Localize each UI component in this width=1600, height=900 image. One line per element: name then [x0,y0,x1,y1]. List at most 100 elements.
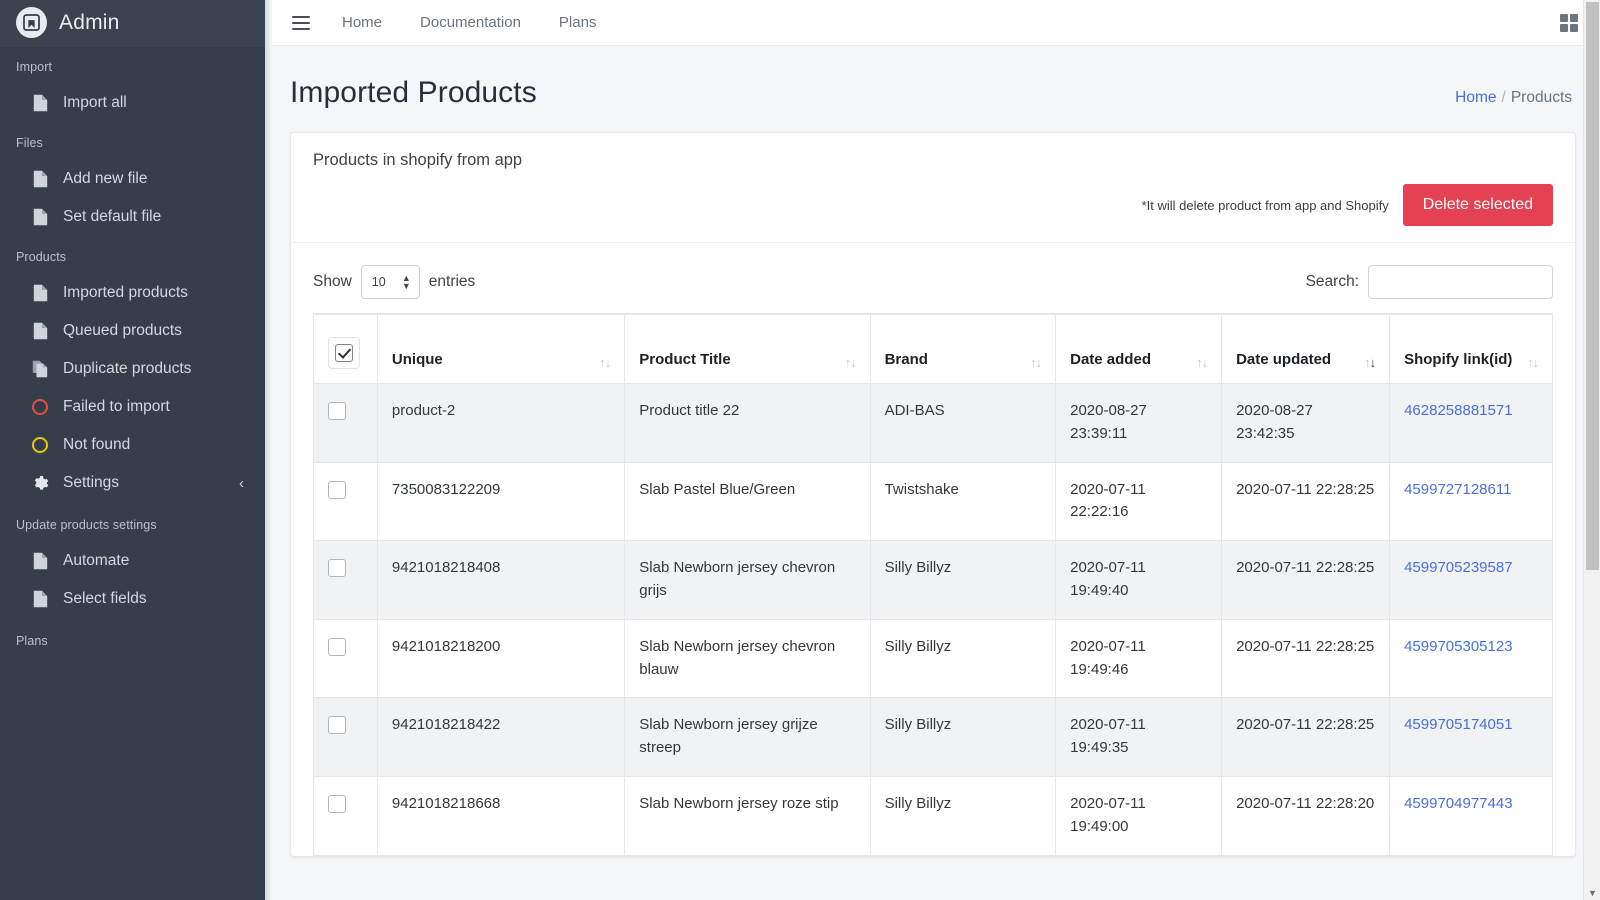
sidebar-item-label: Imported products [63,284,188,302]
row-select-cell [314,384,378,463]
file-icon [30,169,50,189]
sidebar-item-imported-products[interactable]: Imported products [0,274,272,312]
sidebar-item-automate[interactable]: Automate [0,542,272,580]
table-row[interactable]: 9421018218200 Slab Newborn jersey chevro… [314,619,1553,698]
search-label: Search: [1306,273,1359,291]
breadcrumb: Home/Products [1455,89,1572,107]
sidebar-item-queued-products[interactable]: Queued products [0,312,272,350]
column-header-date-added[interactable]: Date added ↑↓ [1056,314,1222,384]
cell-date-updated: 2020-08-27 23:42:35 [1222,384,1390,463]
row-select-cell [314,619,378,698]
sidebar-item-label: Not found [63,436,130,454]
row-checkbox[interactable] [328,481,346,499]
sidebar-item-failed-to-import[interactable]: Failed to import [0,388,272,426]
entries-label: entries [429,273,476,291]
sidebar-item-import-all[interactable]: Import all [0,84,272,122]
row-checkbox[interactable] [328,638,346,656]
sidebar-item-not-found[interactable]: Not found [0,426,272,464]
app-root: Admin Import Import all Files Add new fi… [0,0,1600,900]
sidebar-item-settings[interactable]: Settings ‹ [0,464,272,502]
sidebar-section-update-products-settings: Update products settings [0,502,272,542]
column-label: Date updated [1236,351,1331,369]
cell-brand: Silly Billyz [870,776,1056,855]
column-header-date-updated[interactable]: Date updated ↑↓ [1222,314,1390,384]
breadcrumb-home-link[interactable]: Home [1455,89,1496,106]
card-body: Show 10 25 50 100 ▲▼ entries [291,243,1575,856]
column-header-unique[interactable]: Unique ↑↓ [377,314,624,384]
cell-product-title: Product title 22 [625,384,870,463]
file-icon [30,321,50,341]
cell-brand: Silly Billyz [870,619,1056,698]
column-header-product-title[interactable]: Product Title ↑↓ [625,314,870,384]
table-row[interactable]: 9421018218408 Slab Newborn jersey chevro… [314,541,1553,620]
column-header-shopify-link[interactable]: Shopify link(id) ↑↓ [1390,314,1553,384]
sidebar-edge-shadow [265,0,272,900]
table-row[interactable]: 9421018218422 Slab Newborn jersey grijze… [314,698,1553,777]
table-row[interactable]: 7350083122209 Slab Pastel Blue/Green Twi… [314,462,1553,541]
sidebar-item-label: Settings [63,474,119,492]
search-control: Search: [1306,265,1553,299]
search-input[interactable] [1368,265,1553,299]
row-select-cell [314,776,378,855]
shopify-link[interactable]: 4599704977443 [1404,795,1512,812]
delete-selected-button[interactable]: Delete selected [1403,184,1553,226]
table-row[interactable]: 9421018218668 Slab Newborn jersey roze s… [314,776,1553,855]
column-header-brand[interactable]: Brand ↑↓ [870,314,1056,384]
cell-unique: 9421018218668 [377,776,624,855]
table-body: product-2 Product title 22 ADI-BAS 2020-… [314,384,1553,856]
sidebar-nav: Import Import all Files Add new file Set [0,46,272,658]
copy-files-icon [30,359,50,379]
shopify-link[interactable]: 4599705305123 [1404,638,1512,655]
gear-icon [30,473,50,493]
shopify-link[interactable]: 4599727128611 [1404,481,1511,498]
chevron-left-icon[interactable]: ‹ [239,476,244,491]
file-icon [30,207,50,227]
file-icon [30,283,50,303]
nav-link-home[interactable]: Home [342,14,382,31]
cell-brand: Twistshake [870,462,1056,541]
cell-unique: 9421018218408 [377,541,624,620]
cell-product-title: Slab Pastel Blue/Green [625,462,870,541]
sidebar-item-duplicate-products[interactable]: Duplicate products [0,350,272,388]
page-title: Imported Products [290,76,537,110]
brand-title: Admin [59,11,120,35]
row-checkbox[interactable] [328,559,346,577]
cell-shopify-link: 4628258881571 [1390,384,1553,463]
hamburger-icon[interactable] [292,16,310,30]
sidebar-item-select-fields[interactable]: Select fields [0,580,272,618]
shopify-link[interactable]: 4599705239587 [1404,559,1512,576]
cell-date-updated: 2020-07-11 22:28:20 [1222,776,1390,855]
sort-icon: ↑↓ [845,356,856,369]
cell-unique: 7350083122209 [377,462,624,541]
sidebar-brand[interactable]: Admin [0,0,272,46]
cell-unique: 9421018218200 [377,619,624,698]
row-checkbox[interactable] [328,402,346,420]
scrollbar-thumb[interactable] [1586,2,1599,570]
cell-unique: 9421018218422 [377,698,624,777]
app-logo-icon [16,7,47,38]
select-all-box[interactable] [328,337,360,369]
row-checkbox[interactable] [328,795,346,813]
page-scrollbar[interactable]: ▼ [1583,0,1600,900]
select-all-checkbox[interactable] [335,344,353,362]
scroll-down-arrow-icon[interactable]: ▼ [1584,888,1600,898]
cell-date-added: 2020-07-11 22:22:16 [1056,462,1222,541]
sidebar-item-add-new-file[interactable]: Add new file [0,160,272,198]
sidebar-item-label: Queued products [63,322,182,340]
nav-link-plans[interactable]: Plans [559,14,597,31]
entries-per-page-select[interactable]: 10 25 50 100 [361,265,420,299]
sidebar-item-label: Set default file [63,208,161,226]
row-select-cell [314,541,378,620]
table-row[interactable]: product-2 Product title 22 ADI-BAS 2020-… [314,384,1553,463]
apps-grid-icon[interactable] [1560,14,1578,32]
cell-shopify-link: 4599727128611 [1390,462,1553,541]
sidebar-item-set-default-file[interactable]: Set default file [0,198,272,236]
nav-link-documentation[interactable]: Documentation [420,14,521,31]
cell-date-added: 2020-07-11 19:49:40 [1056,541,1222,620]
sort-icon-active-desc: ↑↓ [1364,356,1375,369]
row-select-cell [314,462,378,541]
shopify-link[interactable]: 4599705174051 [1404,716,1512,733]
sidebar-section-products: Products [0,236,272,274]
shopify-link[interactable]: 4628258881571 [1404,402,1512,419]
row-checkbox[interactable] [328,716,346,734]
